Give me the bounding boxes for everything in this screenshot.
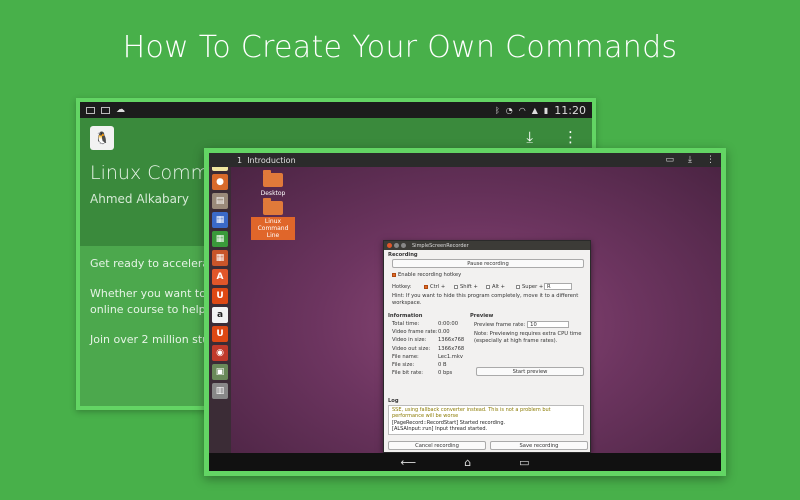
info-row: File size: 0 B: [392, 362, 447, 369]
super-checkbox[interactable]: [516, 284, 520, 289]
status-time: 11:20: [554, 103, 586, 117]
bluetooth-icon: ᛒ: [494, 105, 500, 115]
cloud-icon: ☁: [116, 105, 125, 115]
enable-hotkey-row[interactable]: Enable recording hotkey: [392, 272, 461, 278]
signal-icon: ▲: [531, 105, 538, 115]
information-table: Total time: 0:00:00 Video frame rate: 0.00…: [392, 320, 464, 377]
window-title: SimpleScreenRecorder: [412, 242, 469, 249]
info-row: Total time: 0:00:00: [392, 321, 458, 328]
tux-app-icon[interactable]: 🐧: [90, 126, 114, 150]
simplescreenrecorder-window: SimpleScreenRecorder Recording Pause rec…: [383, 240, 591, 453]
log-line: [ALSAInput::run] Input thread started.: [392, 426, 488, 433]
hotkey-key-value: R: [547, 284, 551, 290]
download-icon[interactable]: ⤓: [688, 155, 692, 165]
battery-icon: ▮: [543, 105, 549, 115]
info-row: Video out size: 1366x768: [392, 345, 465, 352]
recording-heading: Recording: [388, 252, 418, 258]
home-icon[interactable]: ⌂: [464, 456, 471, 469]
info-row: Video in size: 1366x768: [392, 337, 465, 344]
trash-icon[interactable]: ▥: [212, 383, 228, 399]
image-icon: [101, 106, 110, 114]
screen-icon[interactable]: ▭: [666, 155, 675, 165]
chapter-title: 1 Introduction: [237, 155, 296, 165]
log-output[interactable]: SSE, using fallback converter instead. T…: [388, 405, 584, 435]
ubuntu-one-music-icon[interactable]: U: [212, 326, 228, 342]
hotkey-row: Hotkey: Ctrl + Shift + Alt + Super + R: [392, 283, 588, 290]
desktop-folder[interactable]: Desktop: [243, 170, 303, 198]
impress-icon[interactable]: ▦: [212, 250, 228, 266]
super-label: Super +: [522, 283, 544, 290]
writer-icon[interactable]: ▦: [212, 212, 228, 228]
close-window-icon[interactable]: [387, 243, 392, 248]
information-heading: Information: [388, 313, 423, 319]
amazon-icon[interactable]: a: [212, 307, 228, 323]
minimize-window-icon[interactable]: [394, 243, 399, 248]
enable-hotkey-label: Enable recording hotkey: [398, 272, 462, 278]
preview-note: Note: Previewing requires extra CPU time…: [474, 331, 582, 344]
shift-checkbox[interactable]: [454, 284, 458, 289]
enable-hotkey-checkbox[interactable]: [392, 273, 396, 277]
clock-icon: ◔: [505, 105, 513, 115]
alt-checkbox[interactable]: [486, 284, 490, 289]
hotkey-label: Hotkey:: [392, 283, 412, 290]
download-icon[interactable]: ⤓: [526, 128, 533, 146]
linux-command-line-label: Linux Command Line: [251, 217, 295, 240]
ubuntu-one-icon[interactable]: U: [212, 288, 228, 304]
folder-icon: [263, 170, 283, 187]
hint-text: Hint: If you want to hide this program c…: [392, 293, 579, 306]
back-icon[interactable]: ⟵: [400, 456, 416, 469]
workspace-switcher-icon[interactable]: ▣: [212, 364, 228, 380]
software-center-icon[interactable]: A: [212, 269, 228, 285]
gallery-icon: [86, 106, 95, 114]
log-heading: Log: [388, 398, 399, 404]
firefox-icon[interactable]: ●: [212, 174, 228, 190]
status-bar: ☁ ᛒ ◔ ◠ ▲ ▮ 11:20: [80, 102, 592, 118]
start-preview-button[interactable]: Start preview: [476, 367, 584, 376]
alt-label: Alt +: [492, 283, 506, 290]
android-nav-bar: ⟵ ⌂ ▭: [209, 453, 721, 471]
ctrl-checkbox[interactable]: [424, 284, 428, 289]
tablet-frame: Desktop Linux Command Line SimpleScreenR…: [204, 148, 726, 476]
ctrl-label: Ctrl +: [430, 283, 446, 290]
pause-recording-button[interactable]: Pause recording: [392, 259, 584, 268]
preview-heading: Preview: [470, 313, 494, 319]
desktop-folder-label: Desktop: [260, 190, 286, 197]
calc-icon[interactable]: ▦: [212, 231, 228, 247]
recents-icon[interactable]: ▭: [519, 456, 529, 469]
wifi-icon: ◠: [518, 105, 526, 115]
screen-recorder-icon[interactable]: ◉: [212, 345, 228, 361]
overflow-menu-icon[interactable]: ⋮: [706, 155, 715, 165]
preview-rate-label: Preview frame rate:: [474, 321, 526, 328]
files-icon[interactable]: ▤: [212, 193, 228, 209]
window-titlebar: SimpleScreenRecorder: [384, 241, 590, 250]
page-headline: How To Create Your Own Commands: [122, 30, 678, 65]
linux-command-line-folder[interactable]: Linux Command Line: [243, 198, 303, 240]
maximize-window-icon[interactable]: [401, 243, 406, 248]
info-row: File name: Lec1.mkv: [392, 353, 463, 360]
ubuntu-desktop: Desktop Linux Command Line SimpleScreenR…: [231, 167, 721, 453]
folder-icon: [263, 198, 283, 215]
info-row: File bit rate: 0 bps: [392, 370, 453, 377]
ubuntu-launcher: 🐧 ● ▤ ▦ ▦ ▦ A U a U ◉ ▣ ▥: [209, 153, 231, 453]
shift-label: Shift +: [460, 283, 478, 290]
ubuntu-top-bar: 1 Introduction ▭ ⤓ ⋮: [209, 153, 721, 167]
overflow-menu-icon[interactable]: ⋮: [563, 128, 578, 146]
cancel-recording-button[interactable]: Cancel recording: [388, 441, 486, 450]
save-recording-button[interactable]: Save recording: [490, 441, 588, 450]
info-row: Video frame rate: 0.00: [392, 329, 450, 336]
tablet-screen: Desktop Linux Command Line SimpleScreenR…: [209, 153, 721, 471]
hotkey-key-select[interactable]: R: [544, 283, 572, 290]
preview-rate-input[interactable]: 10: [527, 321, 570, 328]
preview-rate-row: Preview frame rate: 10: [474, 321, 570, 328]
